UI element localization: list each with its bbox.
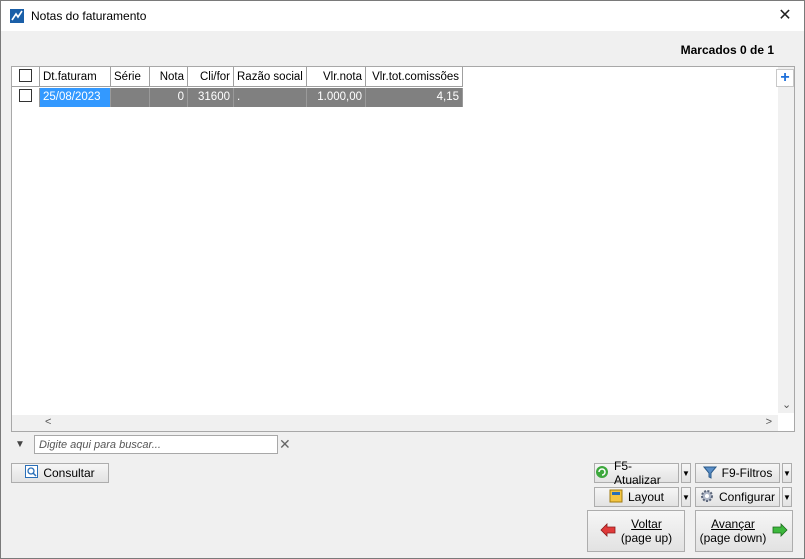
avancar-hint: (page down) (699, 531, 767, 545)
table-row[interactable]: 25/08/2023 0 31600 . 1.000,00 4,15 (12, 88, 463, 107)
col-cli-for[interactable]: Cli/for (188, 67, 234, 87)
scroll-left-icon[interactable]: < (45, 416, 51, 428)
filter-icon[interactable]: ▼ (15, 439, 25, 450)
search-bar: ▼ ✕ (11, 433, 306, 457)
cell-vlr-tot-comissoes[interactable]: 4,15 (366, 88, 463, 107)
cell-serie[interactable] (111, 88, 150, 107)
horizontal-scrollbar[interactable]: < > (12, 415, 778, 431)
col-nota[interactable]: Nota (150, 67, 188, 87)
invoice-grid: Dt.faturam Série Nota Cli/for Razão soci… (11, 66, 795, 432)
scroll-down-icon[interactable]: ⌄ (782, 398, 791, 411)
col-razao-social[interactable]: Razão social (234, 67, 307, 87)
avancar-text: Avançar (page down) (700, 517, 767, 545)
grid-header: Dt.faturam Série Nota Cli/for Razão soci… (12, 67, 463, 87)
app-icon (10, 9, 24, 23)
cell-cli-for[interactable]: 31600 (188, 88, 234, 107)
filtros-button[interactable]: F9-Filtros (695, 463, 780, 483)
configurar-label: Configurar (718, 490, 776, 504)
refresh-icon (595, 465, 609, 482)
window-title: Notas do faturamento (31, 9, 147, 23)
row-checkbox[interactable] (12, 88, 40, 107)
avancar-label: Avançar (711, 517, 755, 531)
filtros-dropdown[interactable]: ▼ (782, 463, 792, 483)
voltar-hint: (page up) (620, 531, 673, 545)
layout-button[interactable]: Layout (594, 487, 679, 507)
avancar-button[interactable]: Avançar (page down) (695, 510, 793, 552)
cell-dt-faturam[interactable]: 25/08/2023 (40, 88, 111, 107)
voltar-text: Voltar (page up) (621, 517, 672, 545)
filtros-label: F9-Filtros (721, 466, 773, 480)
gear-icon (700, 489, 714, 506)
arrow-left-icon (600, 522, 616, 540)
atualizar-label: F5-Atualizar (614, 459, 661, 487)
col-vlr-tot-comissoes[interactable]: Vlr.tot.comissões (366, 67, 463, 87)
scroll-right-icon[interactable]: > (766, 416, 772, 428)
consultar-label: Consultar (43, 466, 95, 480)
consultar-button[interactable]: Consultar (11, 463, 109, 483)
atualizar-dropdown[interactable]: ▼ (681, 463, 691, 483)
add-column-button[interactable]: + (776, 69, 794, 87)
cell-razao-social[interactable]: . (234, 88, 307, 107)
close-icon[interactable]: ✕ (774, 5, 796, 27)
col-serie[interactable]: Série (111, 67, 150, 87)
marked-count: Marcados 0 de 1 (680, 43, 774, 57)
cell-vlr-nota[interactable]: 1.000,00 (307, 88, 366, 107)
select-all-checkbox[interactable] (12, 67, 40, 87)
atualizar-button[interactable]: F5-Atualizar (594, 459, 679, 487)
col-vlr-nota[interactable]: Vlr.nota (307, 67, 366, 87)
notas-window: Notas do faturamento ✕ Marcados 0 de 1 D… (0, 0, 805, 559)
arrow-right-icon (772, 522, 788, 540)
voltar-button[interactable]: Voltar (page up) (587, 510, 685, 552)
title-bar: Notas do faturamento ✕ (1, 1, 804, 31)
layout-icon (609, 489, 623, 506)
clear-search-icon[interactable]: ✕ (279, 436, 291, 453)
search-input[interactable] (34, 435, 278, 454)
layout-dropdown[interactable]: ▼ (681, 487, 691, 507)
voltar-label: Voltar (631, 517, 662, 531)
configurar-button[interactable]: Configurar (695, 487, 780, 507)
layout-label: Layout (627, 490, 665, 504)
col-dt-faturam[interactable]: Dt.faturam (40, 67, 111, 87)
search-icon (25, 465, 39, 481)
filter-icon (702, 465, 717, 482)
vertical-scrollbar[interactable]: ⌄ (778, 67, 794, 413)
cell-nota[interactable]: 0 (150, 88, 188, 107)
configurar-dropdown[interactable]: ▼ (782, 487, 792, 507)
